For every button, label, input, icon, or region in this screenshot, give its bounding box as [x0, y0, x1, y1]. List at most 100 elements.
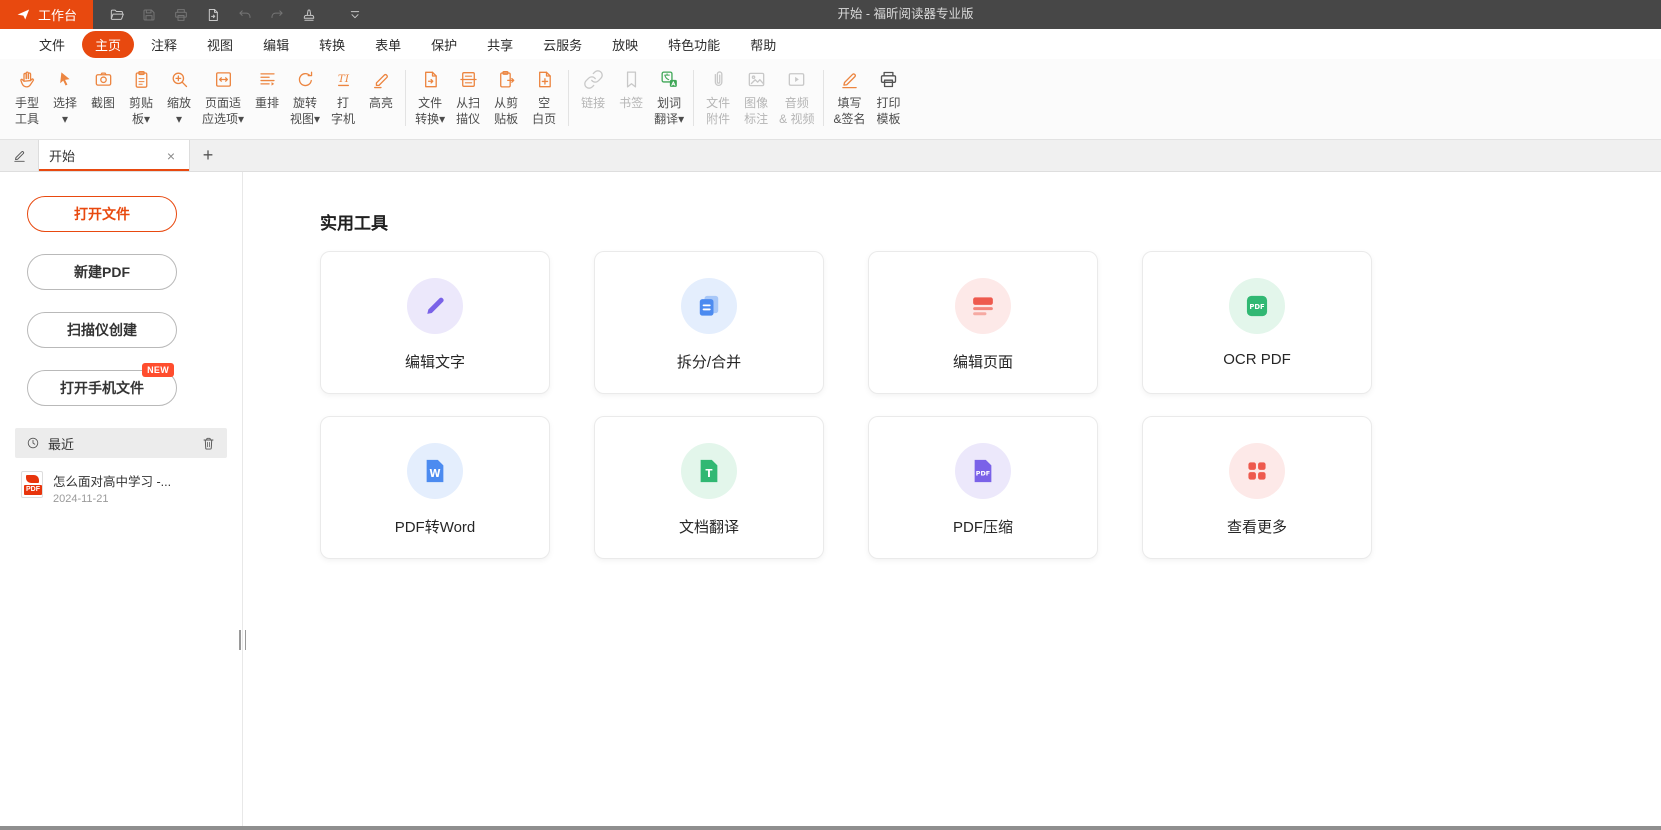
quick-action-button[interactable]	[101, 0, 133, 29]
workspace-label: 工作台	[38, 5, 77, 24]
menu-tab[interactable]: 视图	[194, 31, 246, 58]
tool-card-label: PDF压缩	[953, 516, 1013, 537]
tool-card[interactable]: 拆分/合并	[594, 251, 824, 394]
scanner-icon	[458, 69, 479, 90]
ribbon-tool[interactable]: 书签	[612, 67, 650, 114]
ribbon-tool[interactable]: 高亮	[362, 67, 400, 114]
word-doc-icon	[420, 456, 450, 486]
ribbon-tool[interactable]: 文件 附件	[699, 67, 737, 129]
sidebar-action-button[interactable]: 扫描仪创建	[27, 312, 177, 348]
tool-card[interactable]: PDF转Word	[320, 416, 550, 559]
rotate-view-icon	[295, 69, 316, 90]
menu-tab[interactable]: 特色功能	[655, 31, 733, 58]
tool-card[interactable]: 编辑文字	[320, 251, 550, 394]
ribbon-tool-label: 重排	[255, 96, 279, 112]
tool-card[interactable]: 编辑页面	[868, 251, 1098, 394]
tool-card[interactable]: 文档翻译	[594, 416, 824, 559]
ribbon-tool[interactable]: 音频 & 视频	[775, 67, 818, 129]
ribbon-tool-label: 链接	[581, 96, 605, 112]
print-icon	[173, 7, 189, 23]
annotate-pen-button[interactable]	[0, 140, 38, 171]
link-icon	[583, 69, 604, 90]
tool-card-icon-circle	[681, 278, 737, 334]
ribbon-tool-label: 空 白页	[532, 96, 556, 127]
sidebar-button-label: 打开文件	[74, 206, 130, 222]
clear-recent-button[interactable]	[201, 436, 216, 451]
quick-action-button[interactable]	[229, 0, 261, 29]
clipboard-icon	[131, 69, 152, 90]
edit-pencil-icon	[420, 291, 450, 321]
ribbon-tool[interactable]: 剪贴 板▾	[122, 67, 160, 129]
ribbon-tool[interactable]: 打印 模板	[869, 67, 907, 129]
tab-start-page[interactable]: 开始 ×	[38, 140, 190, 171]
tool-card[interactable]: PDF压缩	[868, 416, 1098, 559]
pdf-doc-icon	[968, 456, 998, 486]
tool-card-label: 文档翻译	[679, 516, 739, 537]
window-bottom-edge	[0, 826, 1661, 830]
sidebar-action-button[interactable]: 打开文件	[27, 196, 177, 232]
pencil-icon	[12, 148, 27, 163]
menu-tab[interactable]: 共享	[474, 31, 526, 58]
tool-card-label: 查看更多	[1227, 516, 1287, 537]
menu-tab[interactable]: 主页	[82, 31, 134, 58]
recent-header-label: 最近	[48, 434, 74, 453]
menu-tab[interactable]: 表单	[362, 31, 414, 58]
quick-action-button[interactable]	[133, 0, 165, 29]
ribbon-tool[interactable]: 填写 &签名	[829, 67, 869, 129]
ribbon-tool[interactable]: 文件 转换▾	[411, 67, 449, 129]
print-template-icon	[878, 69, 899, 90]
recent-section-header: 最近	[15, 428, 227, 458]
splitter-handle[interactable]	[239, 630, 246, 650]
tool-card-icon-circle	[407, 278, 463, 334]
ribbon-tool[interactable]: 手型 工具	[8, 67, 46, 129]
tool-card-label: 拆分/合并	[677, 351, 741, 372]
menu-tab[interactable]: 转换	[306, 31, 358, 58]
quick-action-button[interactable]	[293, 0, 325, 29]
group-separator	[823, 70, 824, 126]
ribbon-tool[interactable]: 划词 翻译▾	[650, 67, 688, 129]
menu-tab[interactable]: 云服务	[530, 31, 595, 58]
menu-tab[interactable]: 编辑	[250, 31, 302, 58]
customize-icon	[347, 7, 363, 23]
grid-more-icon	[1242, 456, 1272, 486]
quick-action-button[interactable]	[339, 0, 371, 29]
close-tab-button[interactable]: ×	[163, 147, 179, 165]
quick-action-button[interactable]	[261, 0, 293, 29]
ribbon-tool-label: 从剪 贴板	[494, 96, 518, 127]
document-tab-bar: 开始 × +	[0, 140, 1661, 172]
ribbon-tool[interactable]: 截图	[84, 67, 122, 114]
ribbon-tool[interactable]: 图像 标注	[737, 67, 775, 129]
tool-card-icon-circle	[1229, 443, 1285, 499]
ribbon-tool[interactable]: 缩放 ▾	[160, 67, 198, 129]
tool-card[interactable]: 查看更多	[1142, 416, 1372, 559]
recent-file-date: 2024-11-21	[53, 493, 171, 505]
ribbon-tool[interactable]: 从剪 贴板	[487, 67, 525, 129]
section-title: 实用工具	[320, 209, 1661, 234]
sidebar-action-button[interactable]: 打开手机文件 NEW	[27, 370, 177, 406]
ribbon-tool[interactable]: 页面适 应选项▾	[198, 67, 248, 129]
ribbon-tool[interactable]: 重排	[248, 67, 286, 114]
attachment-icon	[708, 69, 729, 90]
ribbon-tool[interactable]: 空 白页	[525, 67, 563, 129]
workspace-button[interactable]: 工作台	[0, 0, 93, 29]
menu-tab[interactable]: 文件	[26, 31, 78, 58]
menu-tab[interactable]: 保护	[418, 31, 470, 58]
menu-tab[interactable]: 放映	[599, 31, 651, 58]
ribbon-tool[interactable]: 旋转 视图▾	[286, 67, 324, 129]
ribbon-tool[interactable]: 链接	[574, 67, 612, 114]
ribbon-tool[interactable]: 选择 ▾	[46, 67, 84, 129]
sidebar-action-button[interactable]: 新建PDF	[27, 254, 177, 290]
recent-file-item[interactable]: PDF 怎么面对高中学习 -... 2024-11-21	[0, 458, 242, 505]
ribbon-tool[interactable]: 打 字机	[324, 67, 362, 129]
menu-tab[interactable]: 注释	[138, 31, 190, 58]
new-tab-button[interactable]: +	[190, 140, 226, 171]
window-title: 开始 - 福昕阅读器专业版	[837, 0, 973, 29]
quick-action-button[interactable]	[165, 0, 197, 29]
tool-card[interactable]: OCR PDF	[1142, 251, 1372, 394]
ribbon-tool[interactable]: 从扫 描仪	[449, 67, 487, 129]
quick-action-button[interactable]	[197, 0, 229, 29]
menu-tab[interactable]: 帮助	[737, 31, 789, 58]
tools-grid: 编辑文字 拆分/合并 编辑页面	[320, 251, 1661, 559]
translate-icon	[659, 69, 680, 90]
recent-file-name: 怎么面对高中学习 -...	[53, 471, 171, 490]
